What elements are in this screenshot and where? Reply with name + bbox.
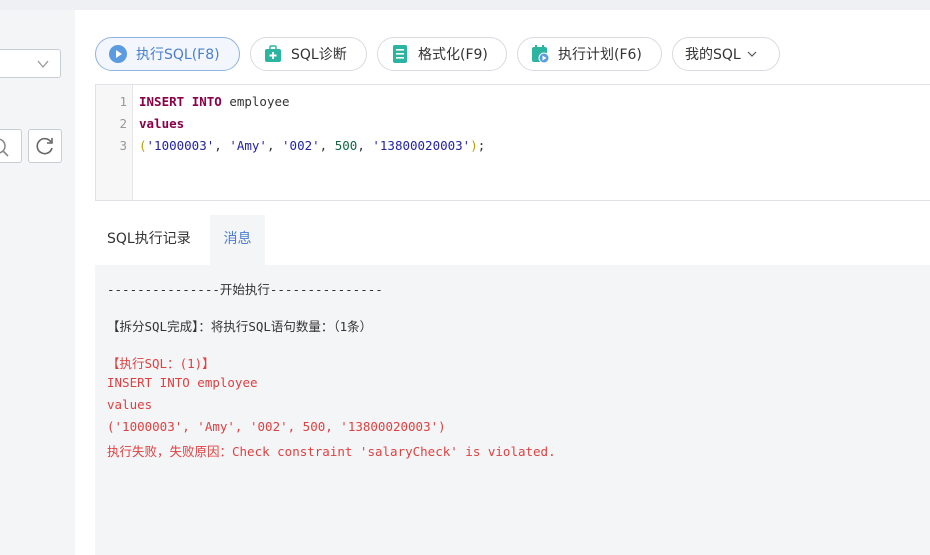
execution-plan-label: 执行计划(F6)	[558, 47, 642, 63]
my-sql-dropdown[interactable]: 我的SQL	[672, 37, 780, 71]
sql-diagnose-button[interactable]: SQL诊断	[250, 37, 367, 71]
message-error: 执行失败，失败原因：Check constraint 'salaryCheck'…	[107, 444, 556, 459]
chevron-down-icon	[37, 60, 49, 69]
messages-panel: ---------------开始执行--------------- 【拆分SQ…	[95, 265, 930, 555]
message-start: ---------------开始执行---------------	[107, 282, 383, 297]
string-literal: '1000003'	[146, 138, 215, 153]
refresh-button[interactable]	[28, 129, 62, 163]
search-icon	[0, 138, 9, 157]
document-lines-icon	[393, 45, 407, 63]
string-literal: '002'	[282, 138, 320, 153]
calendar-play-icon	[532, 45, 550, 64]
message-sql-line: ('1000003', 'Amy', '002', 500, '13800020…	[107, 419, 446, 434]
line-number-gutter: 1 2 3	[96, 85, 133, 200]
code-line-1: INSERT INTO employee	[139, 94, 290, 109]
separator: ,	[266, 138, 283, 153]
separator: ,	[319, 138, 335, 153]
keyword: INTO	[191, 94, 222, 109]
string-literal: '13800020003'	[372, 138, 471, 153]
string-literal: 'Amy'	[229, 138, 267, 153]
top-strip	[0, 0, 930, 10]
paren: )	[470, 138, 478, 153]
database-select[interactable]	[0, 49, 61, 78]
code-line-3: ('1000003', 'Amy', '002', 500, '13800020…	[139, 138, 485, 153]
execute-sql-button[interactable]: 执行SQL(F8)	[95, 37, 240, 71]
medical-kit-icon	[265, 45, 281, 62]
message-sql-line: values	[107, 397, 153, 412]
message-split: 【拆分SQL完成】：将执行SQL语句数量：（1条）	[107, 319, 373, 334]
message-sql-line: INSERT INTO employee	[107, 375, 258, 390]
keyword: INSERT	[139, 94, 185, 109]
keyword: values	[139, 116, 185, 131]
number-literal: 500	[334, 138, 358, 153]
format-button[interactable]: 格式化(F9)	[377, 37, 507, 71]
play-circle-icon	[109, 45, 127, 63]
message-exec-header: 【执行SQL：(1)】	[107, 356, 215, 371]
execute-sql-label: 执行SQL(F8)	[136, 47, 220, 63]
format-label: 格式化(F9)	[418, 47, 488, 63]
chevron-down-icon	[747, 51, 757, 57]
paren: (	[139, 138, 147, 153]
statement-end: ;	[477, 138, 486, 153]
tab-messages[interactable]: 消息	[210, 215, 265, 265]
code-line-2: values	[139, 116, 184, 131]
left-panel	[0, 10, 75, 555]
refresh-icon	[36, 137, 53, 155]
my-sql-label: 我的SQL	[685, 47, 741, 63]
sql-editor[interactable]: 1 2 3 INSERT INTO employee values ('1000…	[95, 84, 930, 201]
sql-diagnose-label: SQL诊断	[291, 47, 347, 63]
separator: ,	[357, 138, 373, 153]
search-button[interactable]	[0, 129, 22, 163]
separator: ,	[214, 138, 230, 153]
line-number: 2	[119, 116, 127, 131]
execution-plan-button[interactable]: 执行计划(F6)	[517, 37, 662, 71]
identifier: employee	[229, 94, 290, 109]
line-number: 3	[119, 138, 127, 153]
line-number: 1	[119, 94, 127, 109]
tab-sql-history[interactable]: SQL执行记录	[107, 215, 207, 265]
